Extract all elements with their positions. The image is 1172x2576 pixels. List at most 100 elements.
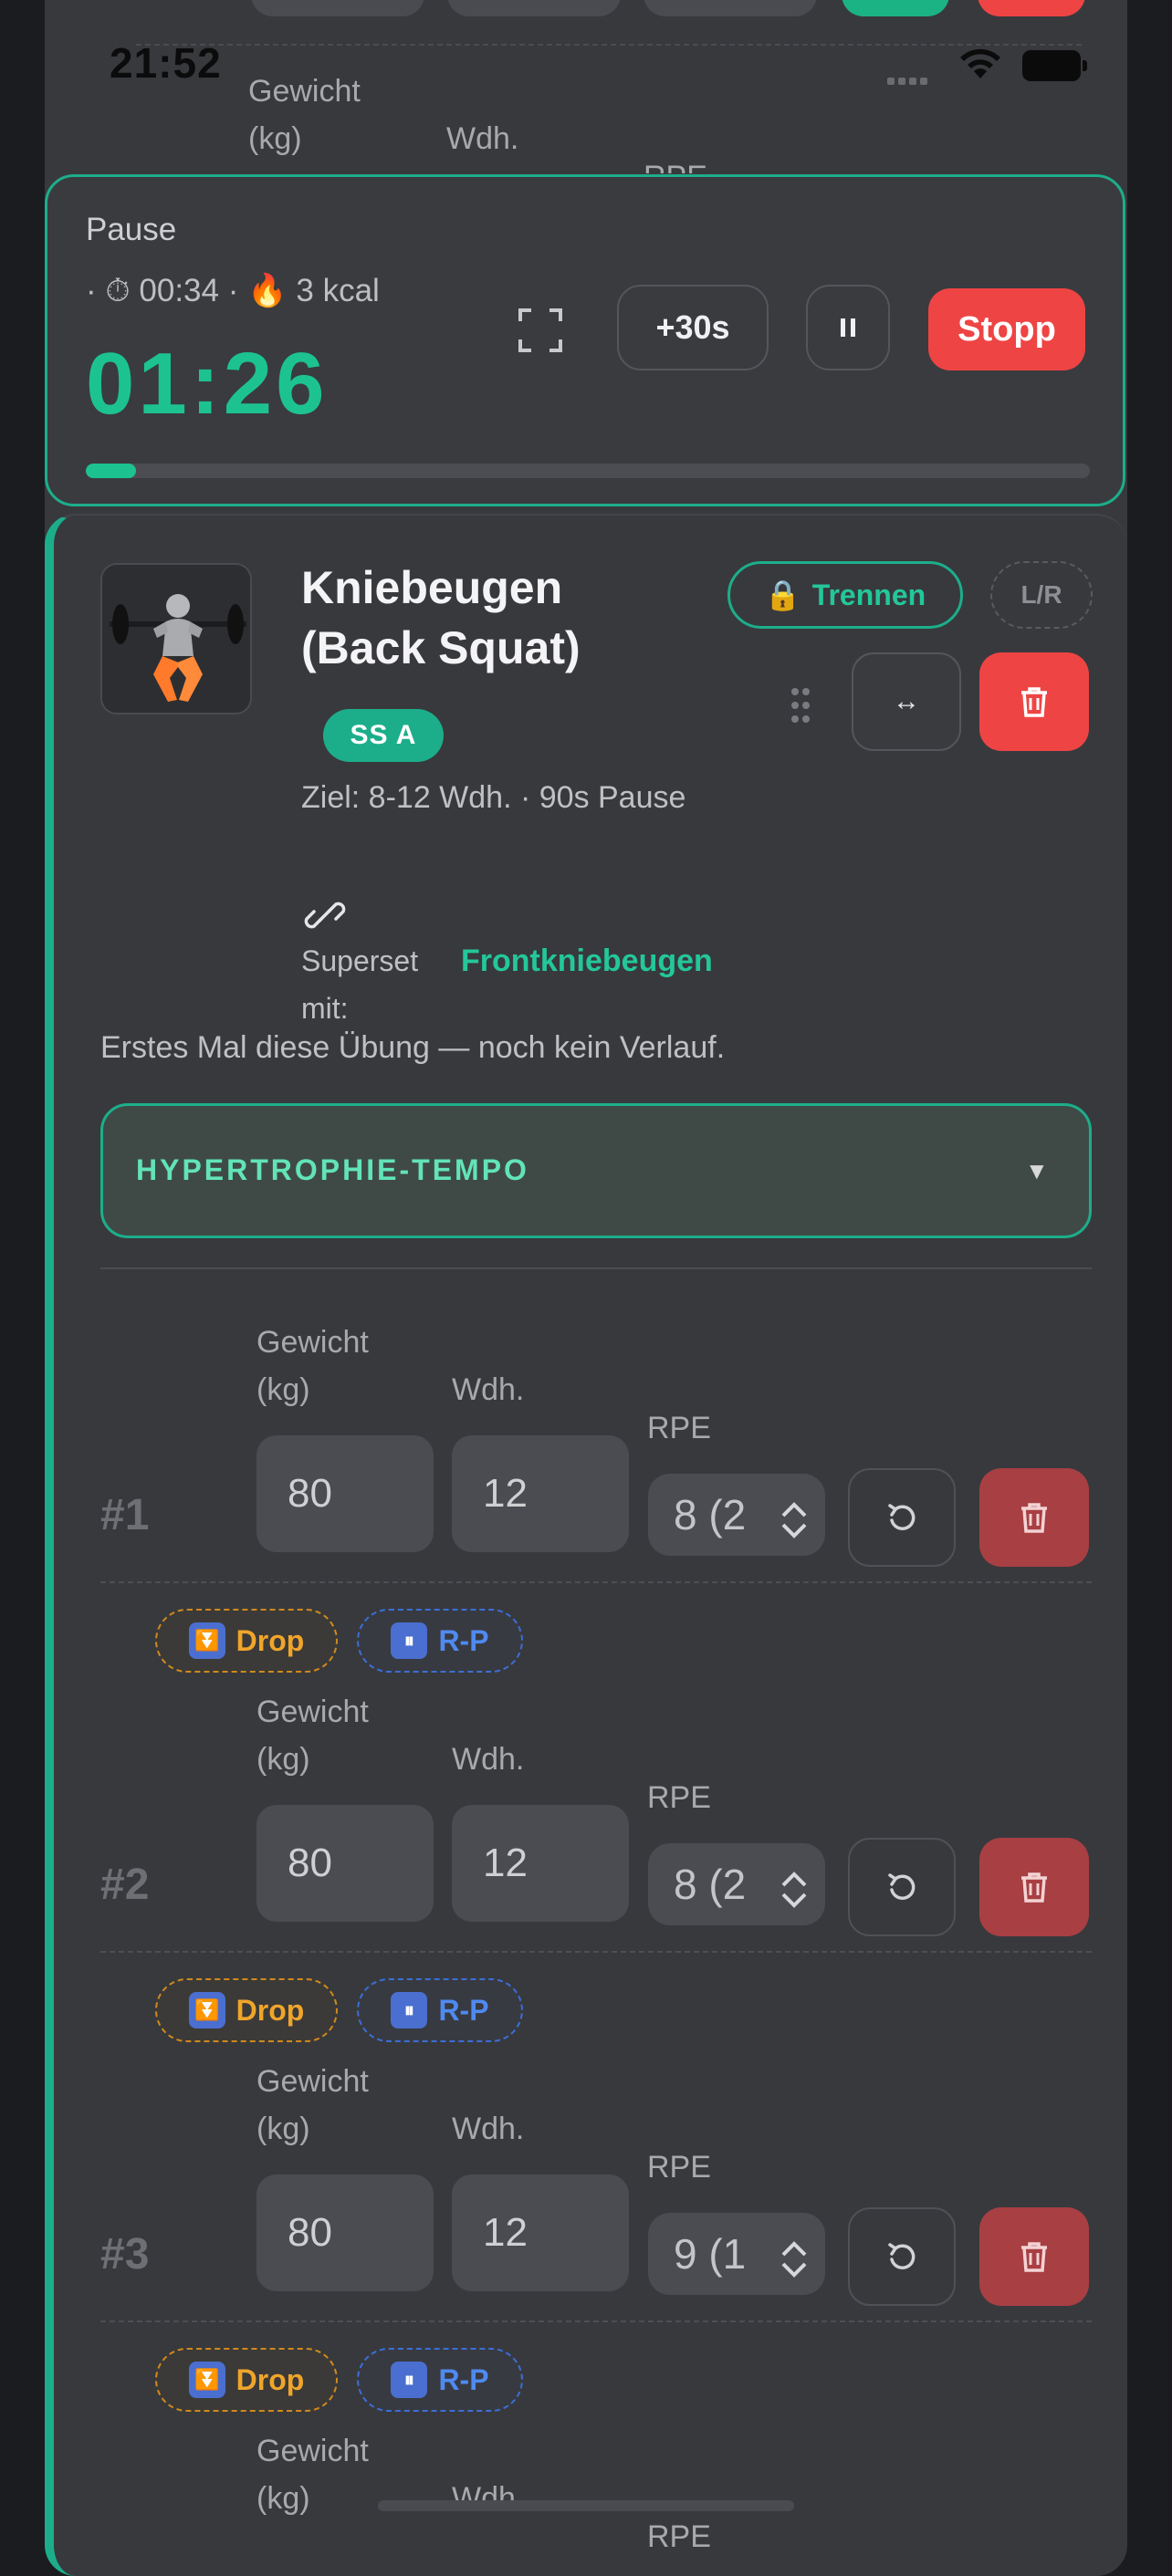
set-number: #1 [100,1491,150,1539]
set-number: #2 [100,1861,150,1909]
rpe-select[interactable]: 9 (1 [648,2213,825,2295]
fullscreen-icon[interactable] [513,303,568,358]
rpe-select[interactable]: 8 (2 [648,1843,825,1925]
reps-label: Wdh. [452,1372,525,1407]
previous-reps-label: Wdh. [446,121,519,156]
swap-arrows-icon: ↔ [893,686,920,716]
rest-pause-tag[interactable]: ⏸ R-P [357,1978,523,2042]
delete-set-button[interactable] [979,1838,1089,1936]
divider [100,1581,1092,1583]
drop-label: Drop [235,1623,305,1657]
rest-pause-label: R-P [438,1993,489,2027]
reps-input[interactable]: 12 [452,1435,629,1552]
weight-label-text: Gewicht [256,1325,369,1360]
divider [100,1267,1092,1269]
weight-unit-text: (kg) [256,2481,310,2516]
reset-set-button[interactable] [848,1838,956,1936]
trash-icon [1021,1872,1047,1903]
rest-timer-card: Pause · ⏱ 00:34 · 🔥 3 kcal 01:26 +30s St… [45,174,1125,506]
battery-icon [1022,50,1088,81]
pause-icon: ⏸ [391,2362,428,2398]
previous-weight-input[interactable] [251,0,424,16]
previous-reps-input[interactable] [447,0,621,16]
wifi-icon [960,48,1000,78]
weight-label: Gewicht (kg) [256,2058,369,2153]
stepper-arrows-icon [781,1872,807,1908]
delete-set-button[interactable] [979,1468,1089,1567]
reset-icon [888,1504,916,1530]
weight-unit-text: (kg) [256,1742,310,1777]
drag-handle-icon[interactable] [782,683,819,728]
reset-icon [888,2243,916,2269]
weight-label-text: Gewicht [256,2434,369,2468]
exercise-goal: Ziel: 8-12 Wdh. · 90s Pause [301,780,686,815]
separate-label: Trennen [811,578,926,611]
reset-icon [888,1873,916,1900]
weight-unit-text: (kg) [256,2112,310,2146]
history-note: Erstes Mal diese Übung — noch kein Verla… [100,1030,726,1065]
rest-pause-tag[interactable]: ⏸ R-P [357,2348,523,2412]
reset-set-button[interactable] [848,2207,956,2306]
reps-label: Wdh. [452,2481,525,2516]
add-30s-button[interactable]: +30s [617,285,769,370]
weight-input[interactable]: 80 [256,2174,434,2291]
divider [100,2320,1092,2322]
timer-progress-bar [86,464,1090,478]
cellular-signal-icon [887,73,931,89]
drop-label: Drop [235,2362,305,2396]
reset-set-button[interactable] [848,1468,956,1567]
timer-stats: · ⏱ 00:34 · 🔥 3 kcal [86,273,380,308]
timer-title: Pause [86,212,177,247]
divider [100,1951,1092,1953]
weight-label: Gewicht (kg) [256,1319,369,1413]
exercise-thumbnail [100,563,252,714]
weight-label-text: Gewicht [256,2064,369,2099]
rpe-value: 9 (1 [674,2230,747,2278]
reps-label: Wdh. [452,1742,525,1777]
weight-input[interactable]: 80 [256,1805,434,1922]
pause-icon: ⏸ [391,1622,428,1659]
tempo-label: HYPERTROPHIE-TEMPO [136,1153,529,1186]
status-time: 21:52 [110,39,222,87]
trash-icon [1021,1503,1047,1533]
drop-set-tag[interactable]: ⏬ Drop [155,1978,338,2042]
superset-badge: SS A [323,709,444,762]
double-chevron-down-icon: ⏬ [188,1992,225,2028]
superset-partner-link[interactable]: Frontkniebeugen [461,937,713,985]
rpe-label: RPE [647,2150,711,2185]
delete-exercise-button[interactable] [979,652,1089,751]
delete-set-button[interactable] [979,2207,1089,2306]
weight-label: Gewicht (kg) [256,1688,369,1783]
trash-icon [1021,687,1047,717]
reps-input[interactable]: 12 [452,2174,629,2291]
double-chevron-down-icon: ⏬ [188,1622,225,1659]
previous-weight-label: Gewicht (kg) [248,74,361,156]
rpe-label: RPE [647,2519,711,2554]
drop-set-tag[interactable]: ⏬ Drop [155,2348,338,2412]
rpe-label: RPE [647,1411,711,1445]
chevron-down-icon: ▼ [1025,1157,1049,1184]
stop-button[interactable]: Stopp [928,288,1085,370]
superset-with-label: Superset mit: [301,944,419,1025]
home-indicator [378,2500,794,2511]
left-right-toggle[interactable]: L/R [990,561,1093,629]
tempo-dropdown[interactable]: HYPERTROPHIE-TEMPO ▼ [100,1103,1092,1238]
separate-superset-button[interactable]: 🔒 Trennen [727,561,963,629]
previous-set-row: Gewicht(kg) Wdh. RPE [45,0,1127,192]
rpe-select[interactable]: 8 (2 [648,1474,825,1556]
previous-rpe-select[interactable] [644,0,817,16]
double-chevron-down-icon: ⏬ [188,2362,225,2398]
reps-label: Wdh. [452,2112,525,2146]
timer-countdown: 01:26 [86,335,329,433]
previous-delete-button[interactable] [978,0,1085,16]
drop-label: Drop [235,1993,305,2027]
timer-progress-fill [86,464,136,478]
rest-pause-tag[interactable]: ⏸ R-P [357,1609,523,1673]
reps-input[interactable]: 12 [452,1805,629,1922]
pause-icon: ⏸ [391,1992,428,2028]
previous-complete-button[interactable] [842,0,949,16]
drop-set-tag[interactable]: ⏬ Drop [155,1609,338,1673]
pause-button[interactable] [806,285,890,370]
weight-input[interactable]: 80 [256,1435,434,1552]
swap-exercise-button[interactable]: ↔ [852,652,961,751]
